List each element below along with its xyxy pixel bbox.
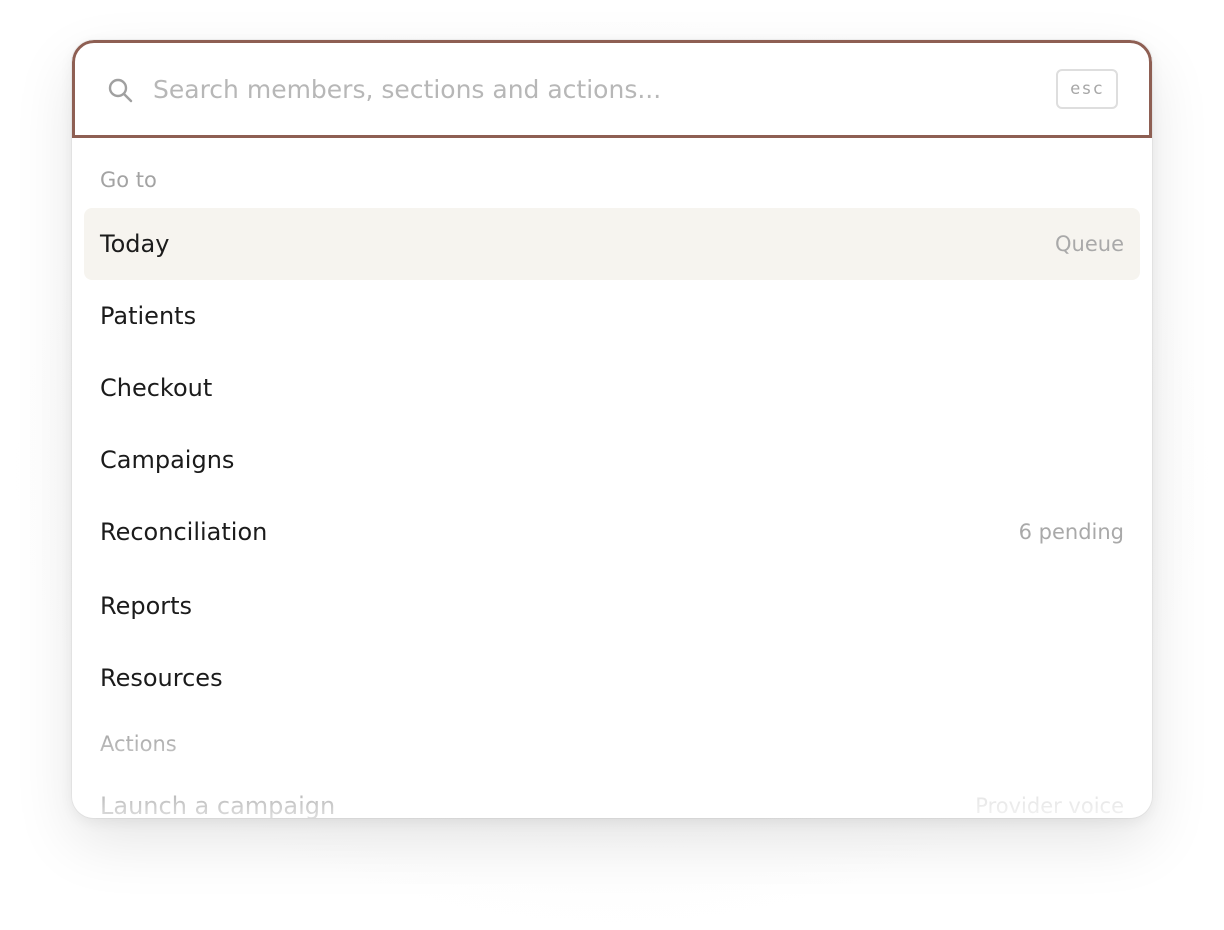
item-label: Reconciliation bbox=[100, 518, 268, 546]
item-hint: Queue bbox=[1055, 232, 1124, 256]
section-label-go-to: Go to bbox=[100, 168, 157, 192]
item-hint: Provider voice bbox=[975, 794, 1124, 818]
item-label: Checkout bbox=[100, 374, 213, 402]
goto-item-reconciliation[interactable]: Reconciliation 6 pending bbox=[84, 496, 1140, 568]
section-label-actions: Actions bbox=[100, 732, 177, 756]
goto-item-campaigns[interactable]: Campaigns bbox=[84, 424, 1140, 496]
goto-item-checkout[interactable]: Checkout bbox=[84, 352, 1140, 424]
goto-item-reports[interactable]: Reports bbox=[84, 570, 1140, 642]
item-hint: 6 pending bbox=[1018, 520, 1124, 544]
command-palette: esc Go to Today Queue Patients Checkout … bbox=[72, 40, 1152, 818]
item-label: Launch a campaign bbox=[100, 792, 336, 818]
item-label: Resources bbox=[100, 664, 223, 692]
item-label: Patients bbox=[100, 302, 197, 330]
search-icon bbox=[108, 78, 133, 103]
goto-item-resources[interactable]: Resources bbox=[84, 642, 1140, 714]
item-label: Campaigns bbox=[100, 446, 235, 474]
item-label: Reports bbox=[100, 592, 193, 620]
goto-item-patients[interactable]: Patients bbox=[84, 280, 1140, 352]
esc-key-hint[interactable]: esc bbox=[1056, 69, 1118, 109]
item-label: Today bbox=[100, 230, 170, 258]
action-item-launch-campaign[interactable]: Launch a campaign Provider voice bbox=[84, 770, 1140, 818]
search-input[interactable] bbox=[153, 67, 1033, 111]
search-bar: esc bbox=[72, 40, 1152, 138]
goto-item-today[interactable]: Today Queue bbox=[84, 208, 1140, 280]
